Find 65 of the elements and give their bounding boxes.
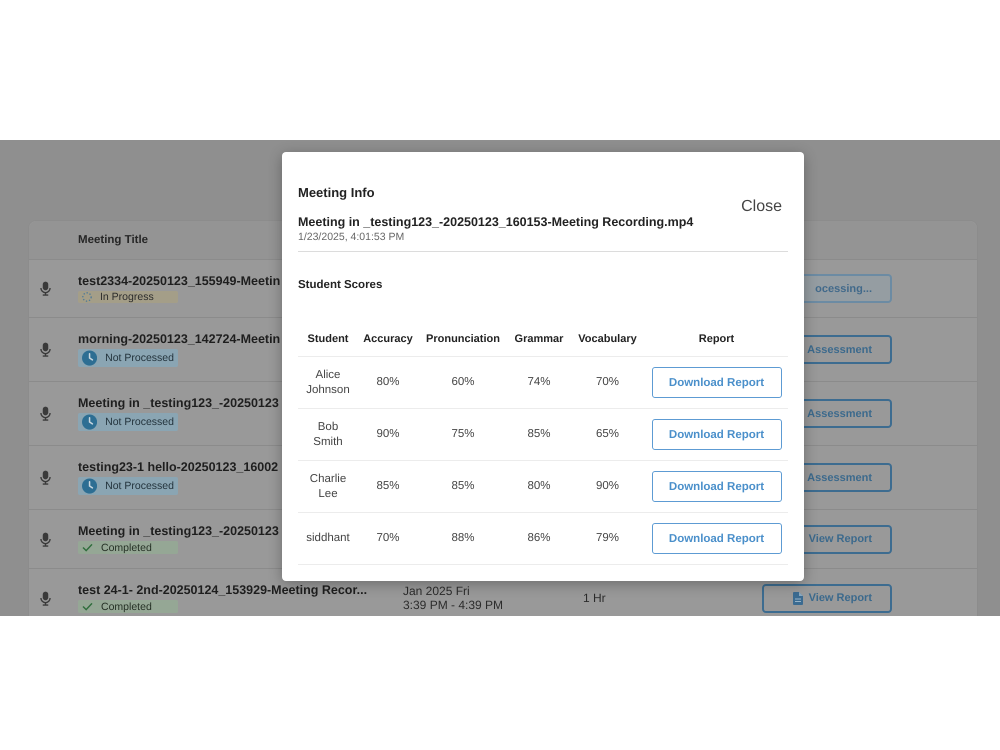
table-cell: 60% <box>418 356 508 408</box>
column-header: Meeting Title <box>78 234 148 246</box>
download-report-button[interactable]: Download Report <box>652 419 782 450</box>
table-cell: Alice Johnson <box>298 356 358 408</box>
meeting-title: morning-20250123_142724-Meetin <box>78 332 280 347</box>
table-cell: 85% <box>418 460 508 512</box>
microphone-icon <box>40 281 51 296</box>
microphone-icon <box>40 532 51 546</box>
meeting-title: testing23-1 hello-20250123_16002 <box>78 460 278 475</box>
microphone-icon <box>40 590 51 606</box>
status-text: Not Processed <box>105 480 174 492</box>
column-header: Student <box>298 322 358 356</box>
meeting-time: 3:39 PM - 4:39 PM <box>403 598 504 612</box>
column-header: Report <box>645 322 788 356</box>
status-text: Completed <box>101 600 152 612</box>
table-cell: 90% <box>570 460 645 512</box>
table-cell: 90% <box>358 408 418 460</box>
meeting-title: Meeting in _testing123_-20250123 <box>78 524 279 539</box>
column-header: Accuracy <box>358 322 418 356</box>
microphone-icon <box>40 470 51 485</box>
meeting-title: test2334-20250123_155949-Meetin <box>78 274 280 289</box>
download-report-button[interactable]: Download Report <box>652 471 782 502</box>
modal-title: Meeting Info <box>298 185 375 201</box>
table-cell: 70% <box>358 512 418 564</box>
table-cell: 88% <box>418 512 508 564</box>
column-header: Grammar <box>508 322 570 356</box>
table-cell: 65% <box>570 408 645 460</box>
download-report-button[interactable]: Download Report <box>652 367 782 398</box>
action-button[interactable]: View Report <box>762 584 892 612</box>
table-cell: siddhant <box>298 512 358 564</box>
table-cell: 70% <box>570 356 645 408</box>
clock-icon <box>82 478 98 494</box>
section-title: Student Scores <box>298 278 382 292</box>
status-text: Completed <box>101 542 152 554</box>
meeting-title: test 24-1- 2nd-20250124_153929-Meeting Recor... <box>78 583 368 598</box>
table-cell: Bob Smith <box>298 408 358 460</box>
clock-icon <box>82 414 98 430</box>
download-report-button[interactable]: Download Report <box>652 523 782 554</box>
microphone-icon <box>40 342 51 357</box>
meeting-timestamp: 1/23/2025, 4:01:53 PM <box>298 231 404 244</box>
table-cell: 85% <box>358 460 418 512</box>
meeting-date: Jan 2025 Fri <box>403 584 470 598</box>
table-cell: Charlie Lee <box>298 460 358 512</box>
table-cell: 80% <box>508 460 570 512</box>
table-cell: 74% <box>508 356 570 408</box>
column-header: Vocabulary <box>570 322 645 356</box>
meeting-duration: 1 Hr <box>583 591 606 605</box>
meeting-title: Meeting in _testing123_-20250123 <box>78 396 279 411</box>
spinner-icon <box>82 292 92 302</box>
meeting-name: Meeting in _testing123_-20250123_160153-Meeting Recording.mp4 <box>298 214 694 230</box>
status-text: In Progress <box>100 291 154 303</box>
check-icon <box>82 543 93 552</box>
table-cell: 79% <box>570 512 645 564</box>
microphone-icon <box>40 406 51 421</box>
table-cell: 85% <box>508 408 570 460</box>
column-header: Pronunciation <box>418 322 508 356</box>
table-cell: 75% <box>418 408 508 460</box>
clock-icon <box>82 350 98 366</box>
status-text: Not Processed <box>105 352 174 364</box>
close-button[interactable]: Close <box>741 196 782 218</box>
document-icon <box>792 592 803 604</box>
check-icon <box>82 602 93 611</box>
table-cell: 86% <box>508 512 570 564</box>
table-cell: 80% <box>358 356 418 408</box>
status-text: Not Processed <box>105 416 174 428</box>
